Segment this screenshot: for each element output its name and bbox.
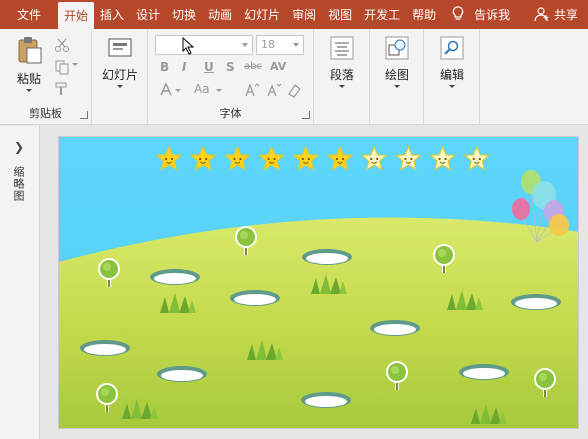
paragraph-group: 段落: [314, 29, 370, 125]
copy-icon[interactable]: [54, 59, 70, 75]
shadow-button[interactable]: S: [226, 60, 235, 74]
person-icon: [534, 7, 549, 22]
clipboard-launcher-icon[interactable]: [80, 111, 88, 119]
drawing-dropdown-icon[interactable]: [394, 85, 400, 88]
slide-artwork: [59, 137, 578, 428]
slide[interactable]: [58, 136, 579, 429]
font-name-combobox[interactable]: [155, 35, 253, 55]
mole-hole[interactable]: [150, 269, 200, 285]
mole-hole[interactable]: [370, 320, 420, 336]
mole-hole[interactable]: [511, 294, 561, 310]
paragraph-icon: [330, 36, 354, 60]
font-size-dropdown-icon[interactable]: [293, 43, 299, 47]
share-label: 共享: [553, 8, 578, 22]
tab-animations[interactable]: 动画: [202, 0, 238, 29]
thumbnail-pane: ❯ 缩略图: [0, 126, 40, 439]
paste-button[interactable]: 粘贴: [10, 35, 48, 92]
editing-button[interactable]: 编辑: [432, 35, 472, 88]
strikethrough-button[interactable]: abc: [244, 61, 262, 72]
clipboard-group-label: 剪贴板: [29, 107, 62, 120]
shapes-icon: [385, 36, 409, 60]
underline-button[interactable]: U: [204, 60, 214, 74]
font-shrink-icon[interactable]: [266, 82, 282, 98]
new-slide-button[interactable]: 幻灯片: [98, 35, 142, 88]
new-slide-dropdown-icon[interactable]: [117, 85, 123, 88]
font-group-label: 字体: [219, 107, 242, 120]
tab-insert[interactable]: 插入: [94, 0, 130, 29]
paste-label: 粘贴: [16, 72, 41, 86]
mole-hole[interactable]: [459, 364, 509, 380]
editing-label: 编辑: [439, 68, 464, 82]
font-group: 18 B I U S abc AV Aa 字体: [148, 29, 314, 125]
powerpoint-window: 文件 开始 插入 设计 切换 动画 幻灯片 审阅 视图 开发工 帮助 告诉我 共…: [0, 0, 588, 439]
drawing-button[interactable]: 绘图: [377, 35, 417, 88]
mole-hole[interactable]: [302, 249, 352, 265]
tell-me-label: 告诉我: [474, 8, 511, 22]
font-grow-icon[interactable]: [244, 82, 260, 98]
mole-hole[interactable]: [80, 340, 130, 356]
format-painter-icon[interactable]: [54, 81, 70, 97]
font-launcher-icon[interactable]: [302, 111, 310, 119]
tab-help[interactable]: 帮助: [406, 0, 442, 29]
paste-icon: [18, 37, 42, 64]
mole-hole[interactable]: [157, 366, 207, 382]
change-case-dropdown-icon[interactable]: [216, 89, 222, 92]
new-slide-label: 幻灯片: [101, 68, 138, 82]
slide-editing-area: [41, 126, 588, 439]
clipboard-group: 粘贴 剪贴板: [0, 29, 92, 125]
drawing-group: 绘图: [370, 29, 424, 125]
drawing-label: 绘图: [384, 68, 409, 82]
tab-home[interactable]: 开始: [58, 2, 95, 29]
tab-design[interactable]: 设计: [130, 0, 166, 29]
tab-file[interactable]: 文件: [0, 0, 58, 29]
tab-view[interactable]: 视图: [322, 0, 358, 29]
font-name-dropdown-icon[interactable]: [242, 43, 248, 47]
tab-slideshow[interactable]: 幻灯片: [238, 0, 286, 29]
expand-thumbnails-icon[interactable]: ❯: [14, 140, 24, 154]
change-case-button[interactable]: Aa: [194, 82, 210, 96]
clear-formatting-icon[interactable]: [286, 82, 302, 98]
character-spacing-button[interactable]: AV: [270, 60, 286, 73]
slides-group: 幻灯片: [92, 29, 148, 125]
tab-developer[interactable]: 开发工: [358, 0, 406, 29]
font-size-combobox[interactable]: 18: [256, 35, 304, 55]
paragraph-dropdown-icon[interactable]: [339, 85, 345, 88]
mouse-cursor-icon: [182, 37, 195, 55]
bold-button[interactable]: B: [160, 60, 169, 74]
share-button[interactable]: 共享: [530, 0, 588, 29]
mole-hole[interactable]: [230, 290, 280, 306]
cut-icon[interactable]: [54, 37, 70, 53]
lightbulb-icon: [452, 6, 464, 20]
ribbon-tab-bar: 文件 开始 插入 设计 切换 动画 幻灯片 审阅 视图 开发工 帮助 告诉我 共…: [0, 0, 588, 29]
font-color-dropdown-icon[interactable]: [175, 89, 181, 92]
italic-button[interactable]: I: [182, 60, 186, 74]
tell-me-search[interactable]: 告诉我: [444, 0, 516, 29]
mole-hole[interactable]: [301, 392, 351, 408]
copy-dropdown-icon[interactable]: [72, 63, 78, 66]
font-size-value: 18: [261, 38, 275, 51]
font-color-icon[interactable]: [158, 82, 174, 98]
thumbnail-pane-label: 缩略图: [12, 166, 25, 202]
paste-dropdown-icon[interactable]: [26, 89, 32, 92]
paragraph-label: 段落: [329, 68, 354, 82]
editing-group: 编辑: [424, 29, 480, 125]
ribbon: 粘贴 剪贴板 幻灯片 18 B I U S abc AV Aa 字体 段落 绘图…: [0, 29, 588, 125]
find-icon: [440, 36, 464, 60]
tab-review[interactable]: 审阅: [286, 0, 322, 29]
tab-transitions[interactable]: 切换: [166, 0, 202, 29]
editing-dropdown-icon[interactable]: [449, 85, 455, 88]
new-slide-icon: [108, 38, 132, 57]
paragraph-button[interactable]: 段落: [322, 35, 362, 88]
